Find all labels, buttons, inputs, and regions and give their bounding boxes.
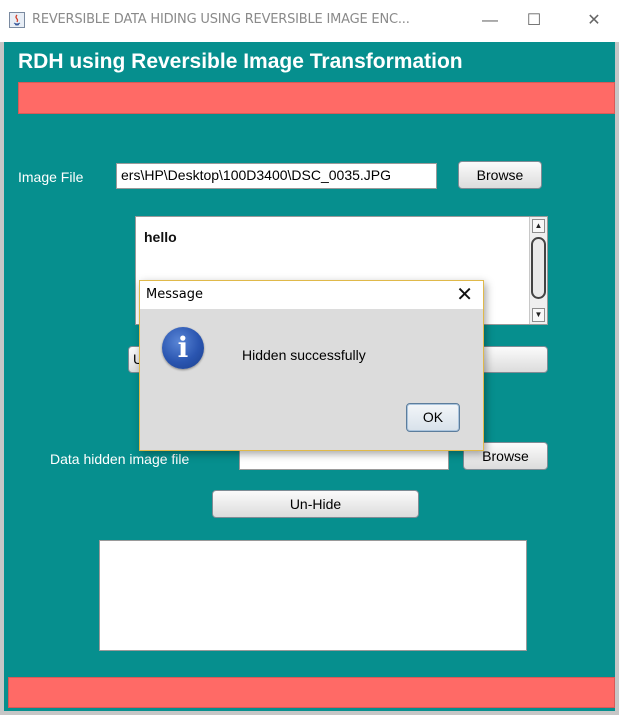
bottom-status-bar — [8, 677, 615, 708]
maximize-button[interactable]: ☐ — [519, 8, 549, 34]
window-title: REVERSIBLE DATA HIDING USING REVERSIBLE … — [32, 12, 410, 27]
browse-image-button[interactable]: Browse — [458, 161, 542, 189]
dialog-titlebar: Message ✕ — [140, 281, 483, 309]
window-titlebar: REVERSIBLE DATA HIDING USING REVERSIBLE … — [0, 0, 619, 42]
ok-button[interactable]: OK — [406, 403, 460, 432]
output-textarea[interactable] — [99, 540, 527, 651]
close-button[interactable]: ✕ — [579, 8, 609, 34]
page-title: RDH using Reversible Image Transformatio… — [18, 50, 463, 73]
dialog-close-icon[interactable]: ✕ — [456, 282, 473, 307]
scroll-down-icon[interactable]: ▼ — [532, 308, 545, 322]
dialog-message: Hidden successfully — [242, 347, 366, 363]
message-text: hello — [144, 229, 177, 245]
image-file-label: Image File — [18, 169, 84, 185]
unhide-button[interactable]: Un-Hide — [212, 490, 419, 518]
image-file-field[interactable]: ers\HP\Desktop\100D3400\DSC_0035.JPG — [116, 163, 437, 189]
data-hidden-label: Data hidden image file — [50, 451, 190, 467]
top-status-bar — [18, 82, 615, 114]
java-app-icon — [9, 12, 25, 28]
minimize-button[interactable]: — — [475, 8, 505, 34]
message-scrollbar[interactable]: ▲ ▼ — [529, 217, 547, 324]
scroll-thumb[interactable] — [531, 237, 546, 299]
scroll-up-icon[interactable]: ▲ — [532, 219, 545, 233]
message-dialog: Message ✕ i Hidden successfully OK — [139, 280, 484, 451]
information-icon: i — [162, 327, 204, 369]
dialog-title: Message — [146, 287, 203, 302]
